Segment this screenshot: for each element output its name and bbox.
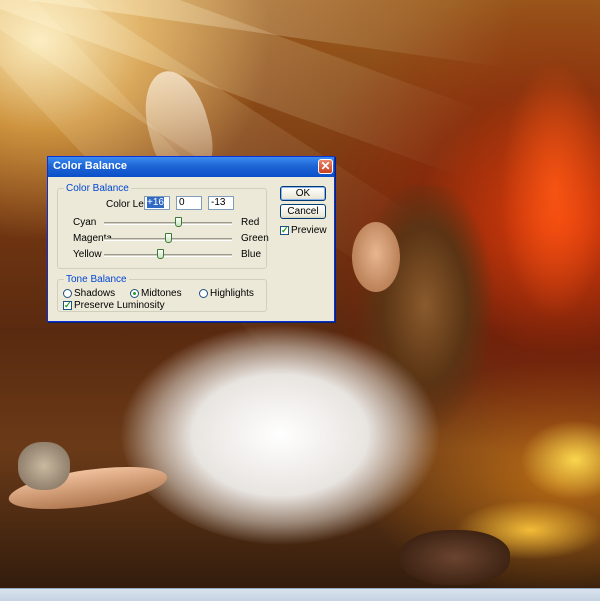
color-level-yellow-blue-input[interactable]: -13	[208, 196, 234, 210]
stone-shape	[400, 530, 510, 585]
cyan-red-slider[interactable]	[104, 217, 232, 227]
close-button[interactable]: ✕	[318, 159, 333, 174]
preserve-luminosity-checkbox[interactable]: ✓	[63, 300, 72, 310]
cancel-button[interactable]: Cancel	[280, 204, 326, 219]
highlights-label: Highlights	[210, 288, 254, 299]
slider-thumb[interactable]	[165, 233, 172, 243]
midtones-radio[interactable]	[130, 289, 139, 298]
slider-thumb[interactable]	[175, 217, 183, 227]
yellow-blue-slider[interactable]	[104, 249, 232, 259]
slider-right-label: Red	[241, 217, 260, 228]
dialog-titlebar[interactable]: Color Balance ✕	[48, 157, 334, 177]
color-balance-dialog: Color Balance ✕ Color Balance Color Leve…	[47, 156, 335, 322]
checkmark-icon: ✓	[64, 300, 72, 310]
close-icon: ✕	[320, 159, 331, 173]
color-level-cyan-red-value: +16	[147, 197, 164, 208]
tone-balance-legend: Tone Balance	[66, 274, 127, 285]
highlights-radio[interactable]	[199, 289, 208, 298]
window-bottom-edge	[0, 588, 600, 601]
fire-glow	[500, 60, 600, 320]
ok-button[interactable]: OK	[280, 186, 326, 201]
midtones-label: Midtones	[141, 288, 182, 299]
fire-glow	[520, 420, 600, 500]
slider-right-label: Blue	[241, 249, 262, 260]
shadows-radio[interactable]	[63, 289, 72, 298]
color-balance-legend: Color Balance	[66, 183, 129, 194]
dress-shape	[120, 315, 460, 545]
color-level-magenta-green-input[interactable]: 0	[176, 196, 202, 210]
slider-thumb[interactable]	[156, 249, 164, 259]
face-shape	[352, 222, 400, 292]
slider-left-label: Yellow	[73, 249, 102, 260]
preview-checkbox[interactable]: ✓	[280, 225, 289, 235]
checkmark-icon: ✓	[281, 225, 289, 235]
magenta-green-slider[interactable]	[104, 233, 232, 243]
slider-left-label: Cyan	[73, 217, 97, 228]
color-level-cyan-red-input[interactable]: +16	[144, 196, 170, 210]
slider-row-yellow-blue: Yellow Blue	[48, 249, 334, 263]
preview-label: Preview	[291, 225, 327, 236]
slider-right-label: Green	[241, 233, 269, 244]
rock-shape	[18, 442, 70, 490]
shadows-label: Shadows	[74, 288, 116, 299]
preserve-luminosity-label: Preserve Luminosity	[74, 300, 165, 311]
dialog-title: Color Balance	[53, 160, 127, 172]
